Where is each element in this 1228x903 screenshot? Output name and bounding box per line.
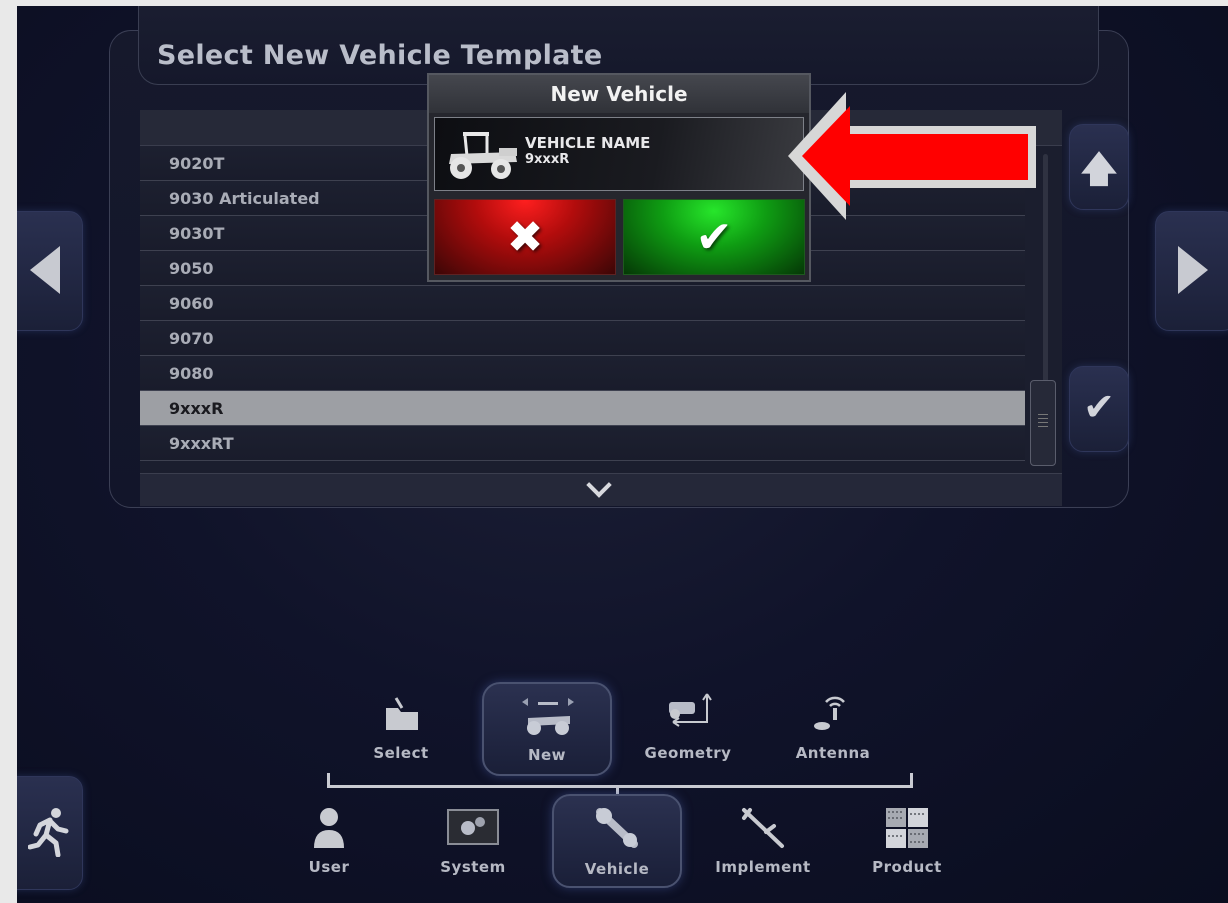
exit-button[interactable]	[17, 776, 83, 890]
scroll-down-button[interactable]	[140, 472, 1062, 506]
vehicle-name-value: 9xxxR	[525, 152, 570, 167]
tractor-icon	[449, 132, 517, 179]
list-item[interactable]: 9080	[140, 356, 1025, 391]
arrow-up-icon: 🡅	[1080, 149, 1118, 190]
nav-label: Vehicle	[584, 860, 650, 878]
nav-implement[interactable]: Implement	[700, 800, 826, 890]
red-arrow-annotation	[788, 92, 1036, 220]
page-title: Select New Vehicle Template	[157, 40, 603, 71]
nav-label: System	[440, 858, 506, 876]
nav-label: Product	[872, 858, 942, 876]
nav-bracket	[327, 773, 913, 788]
chevron-down-icon	[586, 472, 612, 498]
nav-label: User	[308, 858, 350, 876]
cancel-button[interactable]: ✖	[434, 199, 616, 275]
list-item[interactable]: 9xxxRT	[140, 426, 1025, 461]
nav-product[interactable]: Product	[844, 800, 970, 890]
tractor-icon	[522, 698, 574, 735]
subnav-new[interactable]: New	[482, 682, 612, 776]
vehicle-name-field[interactable]: VEHICLE NAME 9xxxR	[434, 117, 804, 191]
vehicle-wrench-icon	[596, 808, 638, 848]
triangle-left-icon	[30, 246, 60, 294]
implement-icon	[742, 808, 784, 848]
scroll-up-button[interactable]: 🡅	[1069, 124, 1129, 210]
user-icon	[314, 808, 344, 848]
nav-system[interactable]: System	[410, 800, 536, 890]
dialog-title: New Vehicle	[429, 75, 809, 113]
checkmark-icon: ✔	[695, 211, 733, 263]
nav-label: Implement	[715, 858, 811, 876]
list-item[interactable]: 9060	[140, 286, 1025, 321]
close-icon: ✖	[506, 211, 544, 263]
running-man-icon	[28, 808, 69, 857]
scrollbar-thumb[interactable]	[1030, 380, 1056, 466]
subnav-label: New	[527, 746, 567, 764]
subnav-label: Antenna	[795, 744, 871, 762]
geometry-icon	[669, 693, 712, 727]
screen: Select New Vehicle Template 9020T 9030 A…	[17, 6, 1228, 903]
list-item[interactable]: 9070	[140, 321, 1025, 356]
list-item-selected[interactable]: 9xxxR	[140, 391, 1025, 426]
previous-page-button[interactable]	[17, 211, 83, 331]
triangle-right-icon	[1178, 246, 1208, 294]
confirm-side-button[interactable]: ✔	[1069, 366, 1129, 452]
product-icon	[886, 808, 928, 848]
new-vehicle-dialog: New Vehicle VEHICLE NAME 9xxxR ✖ ✔	[427, 73, 811, 282]
nav-vehicle[interactable]: Vehicle	[552, 794, 682, 888]
next-page-button[interactable]	[1155, 211, 1228, 331]
subnav-geometry[interactable]: Geometry	[625, 686, 751, 776]
system-gears-icon	[447, 809, 499, 845]
antenna-icon	[814, 696, 845, 730]
subnav-label: Select	[373, 744, 429, 762]
ok-button[interactable]: ✔	[623, 199, 805, 275]
subnav-label: Geometry	[644, 744, 732, 762]
vehicle-name-label: VEHICLE NAME	[525, 134, 651, 152]
nav-user[interactable]: User	[266, 800, 392, 890]
subnav-select[interactable]: Select	[338, 686, 464, 776]
folder-icon	[386, 697, 418, 730]
checkmark-icon: ✔	[1083, 385, 1115, 429]
subnav-antenna[interactable]: Antenna	[770, 686, 896, 776]
